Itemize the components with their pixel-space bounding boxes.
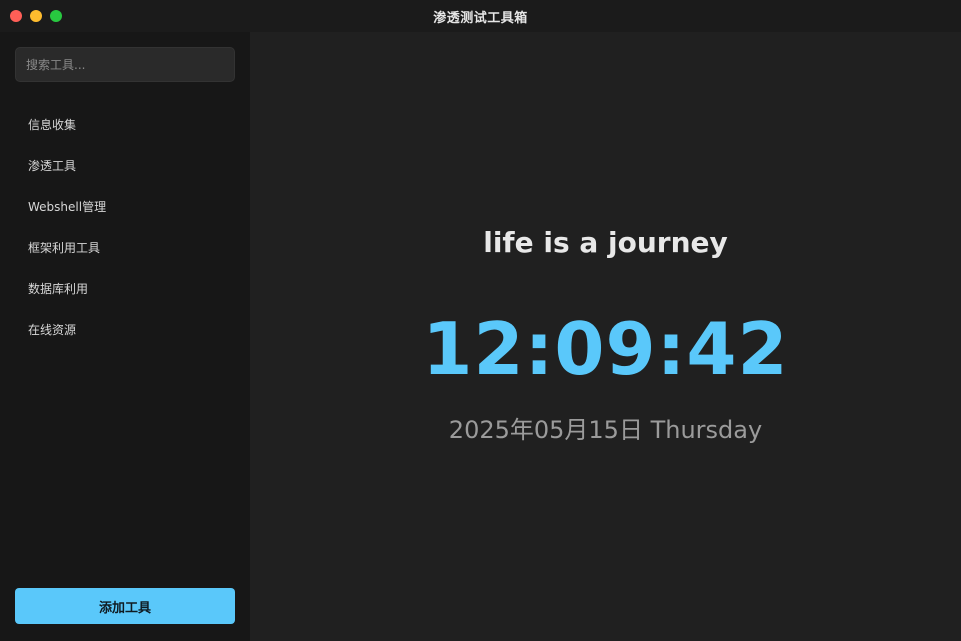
- sidebar-nav: 信息收集 渗透工具 Webshell管理 框架利用工具 数据库利用 在线资源: [0, 104, 250, 350]
- sidebar-item-label: 信息收集: [28, 118, 77, 132]
- window-controls: [10, 10, 62, 22]
- sidebar-item-label: 渗透工具: [28, 159, 77, 173]
- title-bar: 渗透测试工具箱: [0, 0, 961, 32]
- maximize-icon[interactable]: [50, 10, 62, 22]
- minimize-icon[interactable]: [30, 10, 42, 22]
- sidebar-item-label: 在线资源: [28, 323, 77, 337]
- sidebar-item-label: 数据库利用: [28, 282, 89, 296]
- sidebar-item-online-resources[interactable]: 在线资源: [0, 309, 250, 350]
- sidebar-item-info-gathering[interactable]: 信息收集: [0, 104, 250, 145]
- sidebar-item-database-exploitation[interactable]: 数据库利用: [0, 268, 250, 309]
- sidebar-item-framework-exploit-tools[interactable]: 框架利用工具: [0, 227, 250, 268]
- motto-text: life is a journey: [483, 226, 728, 259]
- sidebar-item-label: Webshell管理: [28, 200, 107, 214]
- sidebar-item-penetration-tools[interactable]: 渗透工具: [0, 145, 250, 186]
- clock-date: 2025年05月15日 Thursday: [448, 416, 763, 444]
- clock-time: 12:09:42: [422, 307, 789, 391]
- sidebar: 信息收集 渗透工具 Webshell管理 框架利用工具 数据库利用 在线资源 添…: [0, 32, 250, 641]
- window-title: 渗透测试工具箱: [433, 10, 528, 26]
- search-input[interactable]: [16, 48, 234, 81]
- app-window: 渗透测试工具箱 信息收集 渗透工具 Webshell管理 框架利用工具 数据库利…: [0, 0, 961, 641]
- search-box: [15, 47, 235, 82]
- sidebar-item-label: 框架利用工具: [28, 241, 101, 255]
- main-panel: life is a journey 12:09:42 2025年05月15日 T…: [250, 32, 961, 641]
- close-icon[interactable]: [10, 10, 22, 22]
- sidebar-item-webshell-management[interactable]: Webshell管理: [0, 186, 250, 227]
- add-tool-button[interactable]: 添加工具: [15, 588, 235, 624]
